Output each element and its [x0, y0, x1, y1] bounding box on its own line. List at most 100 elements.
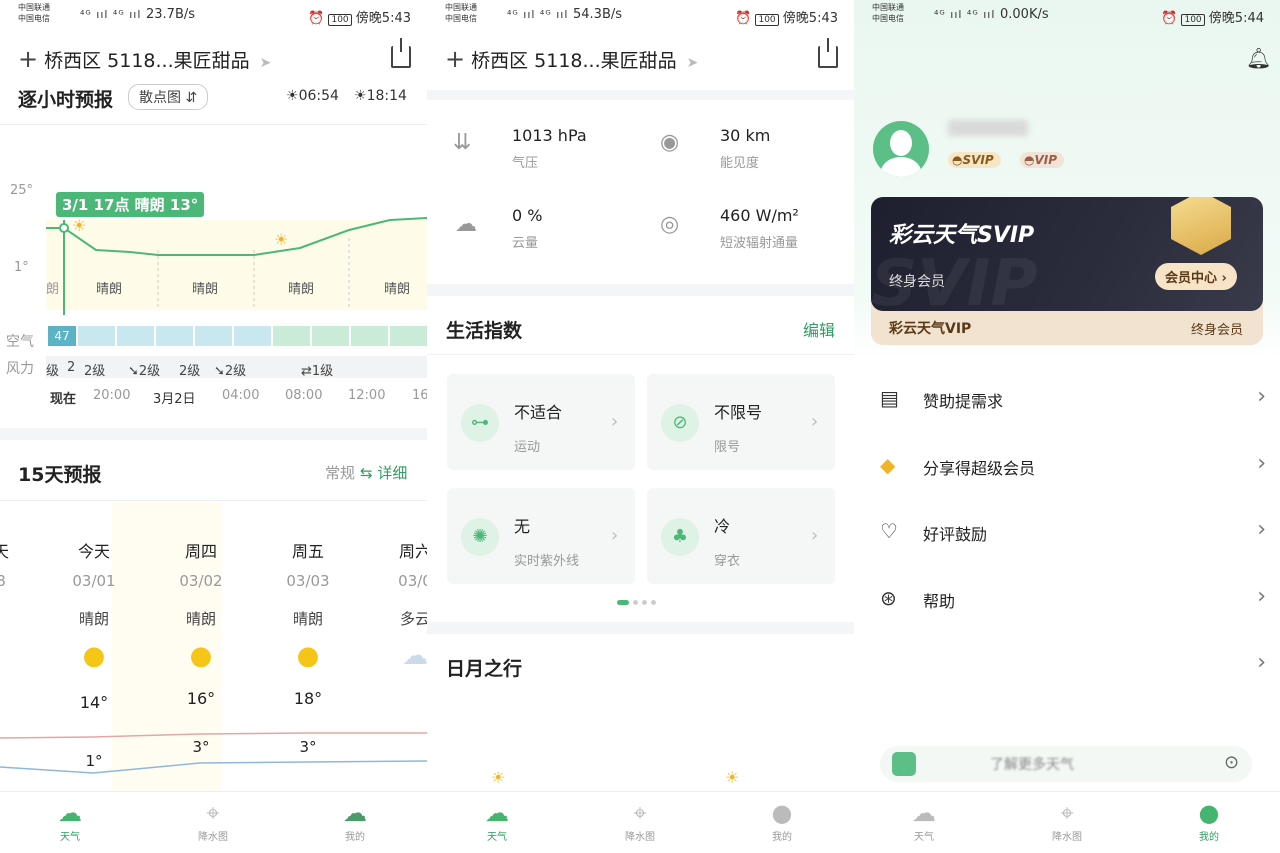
- aqi-bar: 47: [48, 326, 427, 346]
- tab-weather[interactable]: ☁ 天气: [457, 798, 537, 843]
- day-name: 天: [0, 542, 9, 561]
- tab-weather[interactable]: ☁ 天气: [884, 798, 964, 843]
- battery-icon: 100: [755, 14, 779, 26]
- detail-value: 30 km: [720, 126, 771, 145]
- svip-badge-label: SVIP: [962, 153, 994, 167]
- tab-weather[interactable]: ☁ 天气: [30, 798, 110, 843]
- svip-card[interactable]: SVIP 彩云天气SVIP 终身会员 会员中心 ›: [871, 197, 1263, 311]
- day-column[interactable]: 周五 03/03 晴朗 ● 18° 3°: [272, 538, 344, 756]
- chevron-right-icon: ›: [811, 525, 819, 546]
- life-value: 不适合: [514, 403, 563, 422]
- day-column[interactable]: 周六 03/0 多云 ☁: [379, 538, 427, 671]
- member-center-button[interactable]: 会员中心 ›: [1155, 263, 1237, 290]
- location-bar[interactable]: + 桥西区 5118...果匠甜品 ➤: [445, 45, 698, 73]
- day-high: 16°: [186, 689, 216, 708]
- tab-mine[interactable]: ● 我的: [1169, 798, 1249, 843]
- current-point: [59, 223, 69, 233]
- cloud-icon: ☁: [402, 641, 427, 671]
- forecast-normal-toggle[interactable]: 常规: [325, 462, 355, 483]
- life-item-clothing[interactable]: ♣ 冷 穿衣 ›: [647, 488, 835, 584]
- life-item-plate[interactable]: ⊘ 不限号 限号 ›: [647, 374, 835, 470]
- tab-mine[interactable]: ☁ 我的: [315, 798, 395, 843]
- life-value: 冷: [714, 517, 731, 536]
- day-column[interactable]: 周四 03/02 晴朗 ● 16° 3°: [165, 538, 237, 756]
- chart-mode-button[interactable]: 散点图 ⇵: [128, 84, 209, 110]
- chart-tooltip: 3/1 17点 晴朗 13°: [56, 192, 205, 217]
- alarm-icon: ⏰: [1161, 11, 1182, 26]
- menu-item-more[interactable]: ›: [876, 646, 1266, 686]
- weather-screen: 中国联通 中国电信 ⁴ᴳ ııl ⁴ᴳ ııl 23.7B/s ⏰ 100 傍晚5…: [0, 0, 427, 853]
- location-bar[interactable]: + 桥西区 5118...果匠甜品 ➤: [18, 45, 271, 73]
- day-date: 03/03: [286, 572, 330, 590]
- day-cond: 晴朗: [185, 610, 216, 628]
- add-location-icon[interactable]: +: [18, 45, 38, 73]
- day-cond: 晴朗: [292, 610, 323, 628]
- menu-item-rate[interactable]: ♡ 好评鼓励 ›: [876, 513, 1266, 553]
- weather-cloud-icon: ☁: [58, 799, 82, 827]
- sun-icon: ●: [296, 641, 320, 671]
- time-label: 现在: [50, 392, 77, 407]
- username-blurred: ***: [948, 120, 1028, 136]
- network-speed: 23.7B/s: [146, 7, 196, 22]
- share-icon[interactable]: [818, 38, 838, 68]
- day-cond: 多云: [399, 610, 427, 628]
- detail-value: 1013 hPa: [512, 126, 587, 145]
- svip-card-title: 彩云天气SVIP: [889, 223, 1035, 248]
- clock: 傍晚5:43: [355, 11, 411, 26]
- weather-cloud-icon: ☁: [485, 799, 509, 827]
- tab-rain-map[interactable]: ⌖ 降水图: [1027, 798, 1107, 843]
- menu-label: 分享得超级会员: [923, 459, 1036, 478]
- detail-label: 云量: [512, 236, 539, 251]
- time-label: 20:00: [93, 388, 131, 403]
- life-index-card: 生活指数 编辑 ⊶ 不适合 运动 › ⊘ 不限号 限号 › ✺ 无 实时紫外线 …: [427, 296, 854, 622]
- eye-icon: ◉: [660, 130, 680, 155]
- add-location-icon[interactable]: +: [445, 45, 465, 73]
- location-arrow-icon: ➤: [686, 55, 699, 71]
- divider: [0, 124, 427, 125]
- share-icon[interactable]: [391, 38, 411, 68]
- diamond-icon: ◆: [880, 453, 896, 477]
- life-label: 限号: [714, 440, 741, 455]
- tab-mine[interactable]: ● 我的: [742, 798, 822, 843]
- network-speed: 0.00K/s: [1000, 7, 1049, 22]
- life-label: 运动: [514, 440, 541, 455]
- chevron-right-icon: ›: [1257, 584, 1266, 609]
- divider: [0, 500, 427, 501]
- time-label: 12:00: [348, 388, 386, 403]
- day-date: 03/01: [72, 572, 116, 590]
- hourly-title: 逐小时预报: [18, 89, 114, 111]
- detail-label: 短波辐射通量: [720, 236, 799, 251]
- vip-card[interactable]: SVIP 彩云天气SVIP 终身会员 会员中心 › 彩云天气VIP 终身会员: [871, 197, 1263, 345]
- menu-item-help[interactable]: ⊛ 帮助 ›: [876, 580, 1266, 620]
- hourly-cond: 晴朗: [192, 282, 219, 297]
- tab-rain-map[interactable]: ⌖ 降水图: [600, 798, 680, 843]
- battery-icon: 100: [328, 14, 352, 26]
- alarm-icon: ⏰: [308, 11, 329, 26]
- tab-label: 我的: [772, 832, 792, 843]
- sunrise-marker-icon: ☀: [491, 768, 506, 787]
- menu-item-sponsor[interactable]: ▤ 赞助提需求 ›: [876, 380, 1266, 420]
- bell-icon[interactable]: 🔔︎: [1246, 46, 1271, 70]
- promo-banner[interactable]: 了解更多天气 ⊙: [880, 746, 1252, 782]
- menu-item-share[interactable]: ◆ 分享得超级会员 ›: [876, 447, 1266, 487]
- life-index-title: 生活指数: [446, 320, 523, 342]
- chevron-right-icon: ›: [1257, 650, 1266, 675]
- vip-badge-label: VIP: [1034, 153, 1058, 167]
- detail-value: 0 %: [512, 206, 543, 225]
- divider: [427, 354, 854, 355]
- edit-button[interactable]: 编辑: [803, 317, 835, 341]
- tab-rain-map[interactable]: ⌖ 降水图: [173, 798, 253, 843]
- carrier-1: 中国联通: [872, 3, 904, 12]
- status-bar: 中国联通 中国电信 ⁴ᴳ ııl ⁴ᴳ ııl 23.7B/s ⏰ 100 傍晚5…: [0, 0, 427, 30]
- forecast-detail-toggle[interactable]: ⇆ 详细: [360, 462, 407, 483]
- avatar[interactable]: [873, 121, 929, 177]
- dumbbell-icon: ⊶: [461, 404, 499, 442]
- menu-label: 赞助提需求: [923, 392, 1004, 411]
- vip-card-sub: 终身会员: [1191, 323, 1244, 338]
- day-column[interactable]: 天8: [0, 538, 14, 590]
- life-item-sport[interactable]: ⊶ 不适合 运动 ›: [447, 374, 635, 470]
- sunset-info: ☀18:14: [354, 88, 407, 104]
- vip-card-title: 彩云天气VIP: [889, 321, 972, 337]
- life-item-uv[interactable]: ✺ 无 实时紫外线 ›: [447, 488, 635, 584]
- map-pin-icon: ⌖: [206, 799, 220, 827]
